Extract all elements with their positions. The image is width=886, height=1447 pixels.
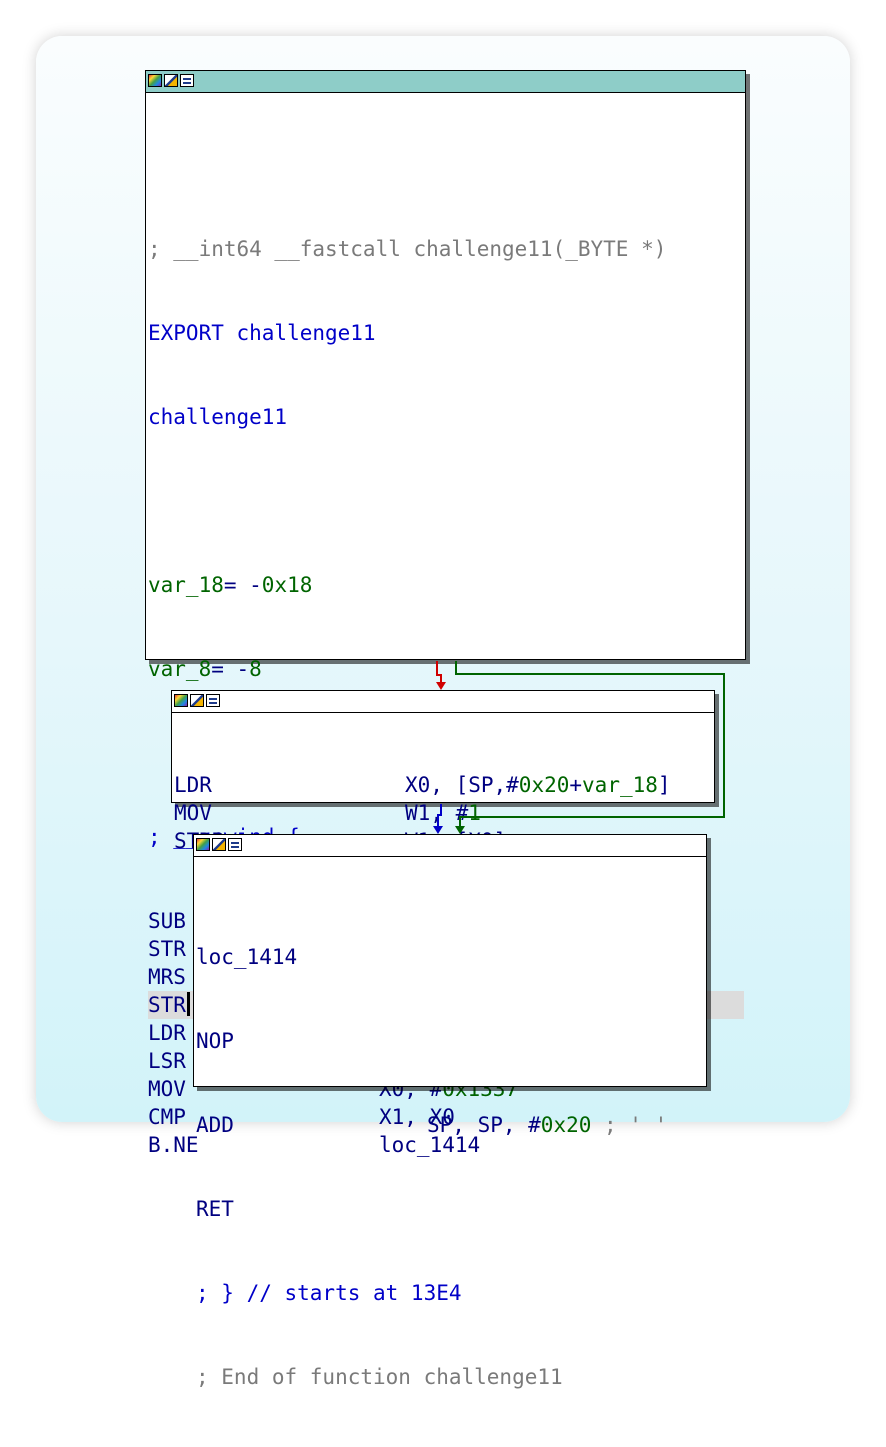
edge-fallthrough [437,804,442,826]
instruction-ret[interactable]: RET [196,1195,667,1223]
arrow-head-fallthrough [433,826,443,834]
control-flow-edges [433,661,725,834]
edge-false-branch [436,661,442,683]
arrow-head-false [436,682,446,690]
edge-true-branch [455,661,725,826]
end-of-function-comment: ; End of function challenge11 [196,1365,563,1389]
unwind-end-comment: ; } // starts at 13E4 [196,1281,462,1305]
arrow-head-true [455,826,465,834]
